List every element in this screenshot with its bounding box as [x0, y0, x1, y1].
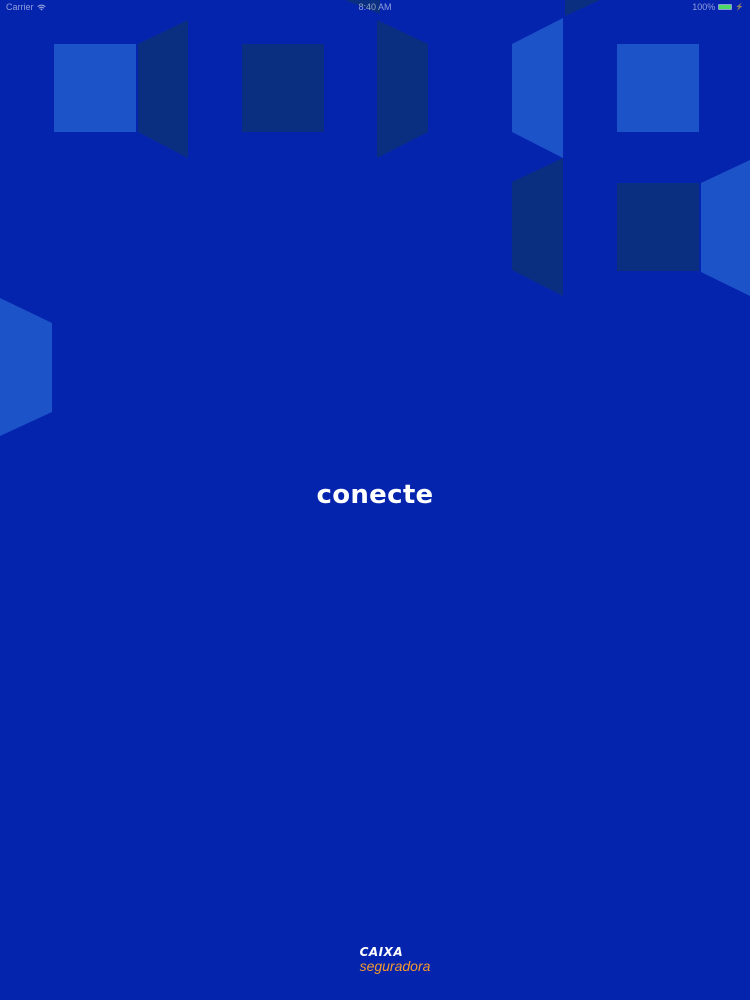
- caixa-seguradora-logo: CAIXA seguradora: [359, 946, 431, 974]
- bg-shape: [242, 44, 324, 132]
- bg-shape: [512, 158, 563, 296]
- charging-icon: ⚡: [735, 4, 744, 11]
- status-right: 100% ⚡: [692, 2, 744, 12]
- bg-shape: [617, 44, 699, 132]
- bg-shape: [512, 18, 563, 158]
- bg-shape: [617, 183, 699, 271]
- battery-icon: [718, 4, 733, 10]
- footer-logo: CAIXA seguradora: [0, 946, 750, 974]
- battery-percent: 100%: [692, 2, 716, 12]
- logo-seguradora-text: seguradora: [359, 958, 431, 974]
- status-time: 8:40 AM: [358, 2, 392, 12]
- bg-shape: [701, 160, 750, 296]
- splash-screen: Carrier 8:40 AM 100% ⚡ conecte CAIXA seg…: [0, 0, 750, 1000]
- bg-shape: [377, 20, 428, 158]
- bg-shape: [0, 298, 52, 436]
- bg-shape: [138, 20, 188, 158]
- battery-level: [719, 5, 732, 9]
- status-bar: Carrier 8:40 AM 100% ⚡: [0, 0, 750, 16]
- app-wordmark: conecte: [316, 480, 434, 510]
- bg-shape: [54, 44, 136, 132]
